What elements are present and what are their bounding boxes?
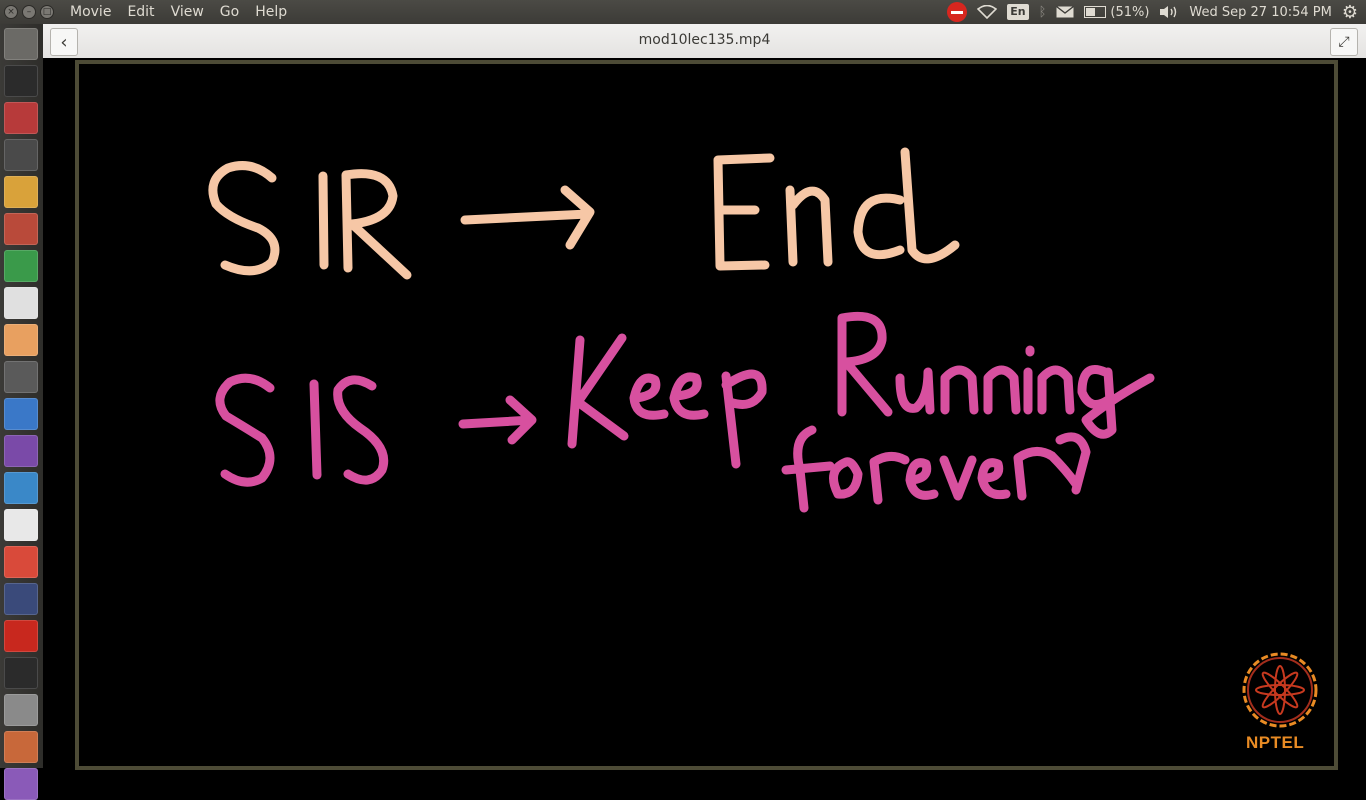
handwritten-e-3 xyxy=(669,372,709,420)
arrow-2 xyxy=(458,395,537,445)
handwritten-forever xyxy=(781,425,1091,513)
handwritten-i-2 xyxy=(309,379,322,480)
handwritten-e xyxy=(713,153,775,271)
handwritten-k xyxy=(567,333,629,449)
logo-petal xyxy=(1255,684,1305,696)
logo-petal xyxy=(1261,671,1299,709)
logo-inner-ring xyxy=(1247,657,1313,723)
nptel-logo xyxy=(1242,652,1318,728)
logo-flower xyxy=(1255,665,1305,715)
nptel-logo-text: NPTEL xyxy=(1246,733,1305,752)
handwritten-e-2 xyxy=(629,373,669,420)
logo-ring xyxy=(1242,652,1318,728)
handwritten-running xyxy=(837,311,1155,439)
arrow-1 xyxy=(460,185,595,250)
handwritten-s-2 xyxy=(215,373,275,487)
updates-icon[interactable] xyxy=(4,768,38,800)
handwritten-s-3 xyxy=(333,375,389,485)
handwritten-n xyxy=(785,185,833,267)
handwritten-r xyxy=(341,169,412,280)
handwritten-p xyxy=(721,369,767,469)
handwritten-i-1 xyxy=(318,171,329,270)
logo-petal xyxy=(1274,665,1286,715)
slide-drawing xyxy=(208,147,1318,728)
handwritten-d xyxy=(853,147,960,264)
handwritten-s-1 xyxy=(208,161,280,276)
logo-petal xyxy=(1261,671,1299,709)
